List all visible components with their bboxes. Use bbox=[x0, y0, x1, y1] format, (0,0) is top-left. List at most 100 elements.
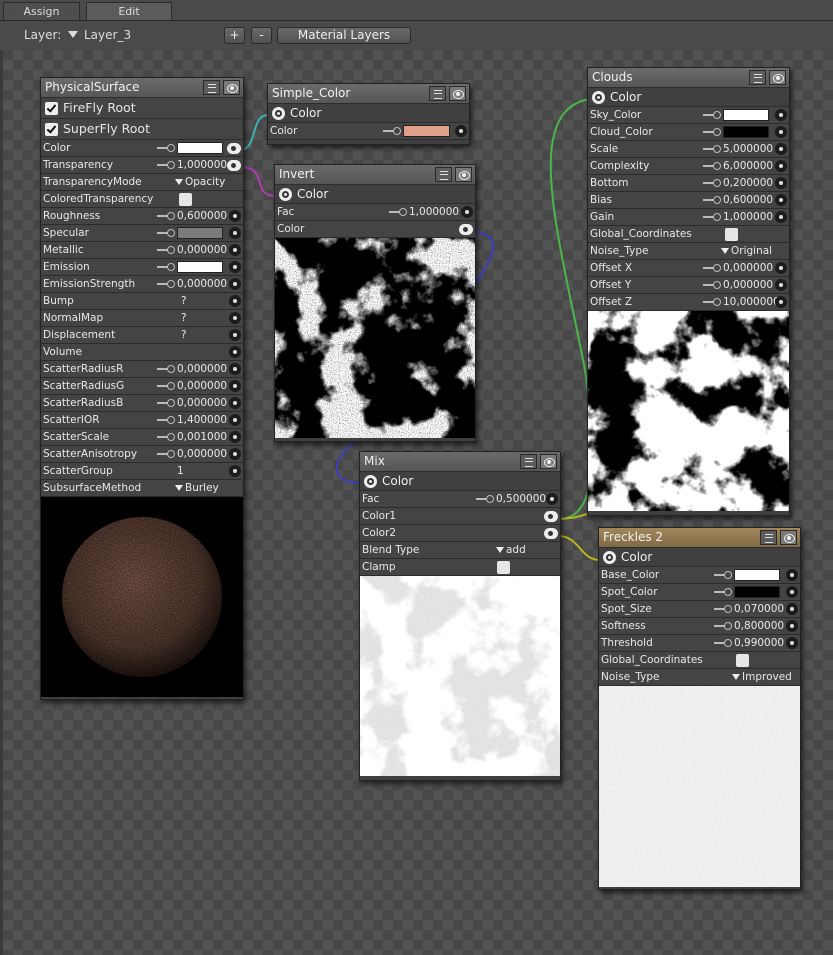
input-plug-icon[interactable] bbox=[786, 586, 798, 598]
input-plug-icon[interactable] bbox=[229, 210, 241, 222]
input-plug-icon[interactable] bbox=[229, 363, 241, 375]
key-icon[interactable] bbox=[703, 145, 721, 153]
param-row[interactable]: ScatterRadiusB 0,000000 bbox=[41, 395, 243, 412]
param-row[interactable]: Cloud_Color bbox=[588, 124, 789, 141]
key-icon[interactable] bbox=[703, 281, 721, 289]
input-plug-icon[interactable] bbox=[775, 262, 787, 274]
key-icon[interactable] bbox=[714, 571, 732, 579]
eye-icon[interactable] bbox=[780, 530, 797, 545]
param-row[interactable]: Clamp bbox=[360, 559, 560, 576]
param-row[interactable]: Bias 0,600000 bbox=[588, 192, 789, 209]
param-row[interactable]: Color bbox=[41, 140, 243, 157]
input-plug-icon[interactable] bbox=[775, 296, 787, 308]
list-icon[interactable] bbox=[435, 167, 452, 182]
output-plug-icon[interactable] bbox=[272, 107, 285, 120]
input-plug-icon[interactable] bbox=[229, 448, 241, 460]
invert-node[interactable]: Invert Color Fac 1,000000 Color bbox=[274, 164, 476, 442]
tab-assign[interactable]: Assign bbox=[3, 2, 80, 20]
param-row[interactable]: Displacement? bbox=[41, 327, 243, 344]
param-value[interactable]: 0,600000 bbox=[177, 208, 227, 224]
input-plug-icon[interactable] bbox=[775, 211, 787, 223]
input-plug-icon[interactable] bbox=[786, 620, 798, 632]
key-icon[interactable] bbox=[157, 212, 175, 220]
remove-layer-button[interactable]: - bbox=[251, 27, 272, 44]
param-value[interactable]: 1,400000 bbox=[177, 412, 227, 428]
input-plug-icon[interactable] bbox=[229, 295, 241, 307]
input-plug-icon[interactable] bbox=[786, 569, 798, 581]
param-row[interactable]: Transparency 1,000000 bbox=[41, 157, 243, 174]
tab-edit[interactable]: Edit bbox=[86, 2, 172, 20]
color-swatch[interactable] bbox=[734, 586, 780, 598]
param-row[interactable]: Softness 0,800000 bbox=[599, 618, 800, 635]
layer-dropdown[interactable]: Layer_3 bbox=[84, 28, 131, 42]
node-header[interactable]: Clouds bbox=[588, 68, 789, 88]
param-value[interactable]: 0,000000 bbox=[723, 260, 773, 276]
param-row[interactable]: ScatterGroup 1 bbox=[41, 463, 243, 480]
input-plug-icon[interactable] bbox=[775, 126, 787, 138]
param-value[interactable]: 1 bbox=[177, 463, 184, 479]
output-row[interactable]: Color bbox=[268, 104, 469, 123]
key-icon[interactable] bbox=[157, 246, 175, 254]
color-swatch[interactable] bbox=[734, 569, 780, 581]
input-plug-icon[interactable] bbox=[229, 244, 241, 256]
param-row[interactable]: Scale 5,000000 bbox=[588, 141, 789, 158]
param-value[interactable]: 0,500000 bbox=[496, 491, 546, 507]
param-value[interactable]: 0,800000 bbox=[734, 618, 784, 634]
param-row[interactable]: Color bbox=[268, 123, 469, 140]
key-icon[interactable] bbox=[157, 365, 175, 373]
param-value[interactable]: 1,000000 bbox=[177, 157, 227, 173]
dropdown[interactable]: Opacity bbox=[175, 174, 225, 190]
input-plug-icon[interactable] bbox=[229, 346, 241, 358]
node-header[interactable]: Simple_Color bbox=[268, 84, 469, 104]
key-icon[interactable] bbox=[383, 127, 401, 135]
color-swatch[interactable] bbox=[177, 227, 223, 239]
param-row[interactable]: Blend Type add bbox=[360, 542, 560, 559]
output-row[interactable]: Color bbox=[588, 88, 789, 107]
clamp-checkbox[interactable] bbox=[497, 561, 510, 574]
superfly-root-row[interactable]: SuperFly Root bbox=[41, 119, 243, 140]
connected-plug-icon[interactable] bbox=[227, 160, 241, 171]
key-icon[interactable] bbox=[703, 179, 721, 187]
param-value[interactable]: 0,990000 bbox=[734, 635, 784, 651]
node-header[interactable]: Freckles 2 bbox=[599, 528, 800, 548]
input-plug-icon[interactable] bbox=[229, 397, 241, 409]
input-plug-icon[interactable] bbox=[229, 414, 241, 426]
eye-icon[interactable] bbox=[449, 86, 466, 101]
output-plug-icon[interactable] bbox=[603, 551, 616, 564]
param-value[interactable]: 0,200000 bbox=[723, 175, 773, 191]
param-row[interactable]: Specular bbox=[41, 225, 243, 242]
param-value[interactable]: 1,000000 bbox=[409, 204, 459, 220]
param-row[interactable]: EmissionStrength 0,000000 bbox=[41, 276, 243, 293]
param-value[interactable]: 0,000000 bbox=[177, 378, 227, 394]
param-row[interactable]: Sky_Color bbox=[588, 107, 789, 124]
param-value[interactable]: 0,001000 bbox=[177, 429, 227, 445]
output-plug-icon[interactable] bbox=[279, 188, 292, 201]
param-row[interactable]: Fac 1,000000 bbox=[275, 204, 475, 221]
param-row[interactable]: Noise_Type Original bbox=[588, 243, 789, 260]
list-icon[interactable] bbox=[760, 530, 777, 545]
key-icon[interactable] bbox=[703, 111, 721, 119]
eye-icon[interactable] bbox=[455, 167, 472, 182]
clouds-node[interactable]: Clouds Color Sky_Color Cloud_Color Scale 5,… bbox=[587, 67, 790, 516]
param-row[interactable]: Global_Coordinates bbox=[599, 652, 800, 669]
param-row[interactable]: ColoredTransparency bbox=[41, 191, 243, 208]
input-plug-icon[interactable] bbox=[229, 227, 241, 239]
key-icon[interactable] bbox=[157, 280, 175, 288]
param-row[interactable]: ScatterScale 0,001000 bbox=[41, 429, 243, 446]
param-row[interactable]: Global_Coordinates bbox=[588, 226, 789, 243]
param-value[interactable]: 5,000000 bbox=[723, 141, 773, 157]
key-icon[interactable] bbox=[703, 264, 721, 272]
material-layers-button[interactable]: Material Layers bbox=[277, 27, 411, 44]
dropdown[interactable]: Burley bbox=[175, 480, 219, 496]
key-icon[interactable] bbox=[714, 605, 732, 613]
param-row[interactable]: Bottom 0,200000 bbox=[588, 175, 789, 192]
param-row[interactable]: Roughness 0,600000 bbox=[41, 208, 243, 225]
node-header[interactable]: Mix bbox=[360, 452, 560, 472]
checkbox[interactable] bbox=[736, 654, 749, 667]
input-plug-icon[interactable] bbox=[775, 160, 787, 172]
input-plug-icon[interactable] bbox=[775, 143, 787, 155]
input-plug-icon[interactable] bbox=[229, 261, 241, 273]
key-icon[interactable] bbox=[703, 196, 721, 204]
param-row[interactable]: ScatterIOR 1,400000 bbox=[41, 412, 243, 429]
eye-icon[interactable] bbox=[223, 80, 240, 95]
